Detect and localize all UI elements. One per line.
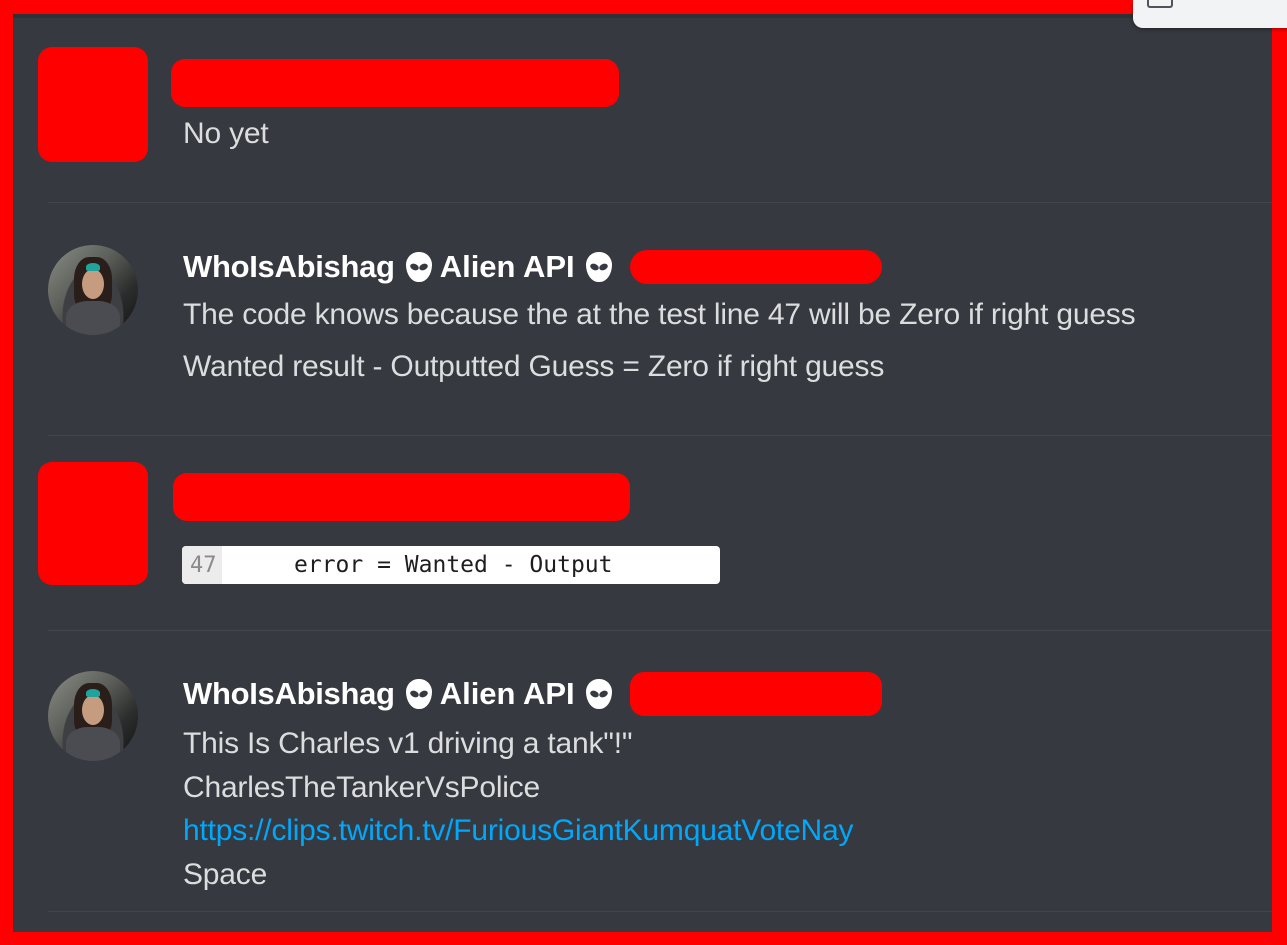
role-label[interactable]: Alien API [440,249,575,285]
message-1: No yet [13,14,1272,202]
avatar-redacted[interactable] [38,462,148,585]
username-redacted[interactable] [173,473,630,521]
username[interactable]: WhoIsAbishag [183,249,395,285]
username-redacted[interactable] [171,59,619,107]
avatar-redacted[interactable] [38,47,148,162]
alien-icon [584,679,614,709]
twitch-clip-link[interactable]: https://clips.twitch.tv/FuriousGiantKumq… [183,814,854,848]
alien-icon [404,252,434,282]
avatar[interactable] [48,671,138,761]
message-4: WhoIsAbishag Alien API This Is Charles v… [13,631,1272,911]
message-header: WhoIsAbishag Alien API [183,247,882,287]
message-text: The code knows because the at the test l… [183,298,1136,331]
message-text: No yet [183,117,269,150]
message-3: 47 error = Wanted - Output [13,436,1272,630]
window-icon [1147,0,1173,8]
alien-icon [404,679,434,709]
role-label[interactable]: Alien API [440,676,575,712]
code-line: error = Wanted - Output [294,552,613,578]
alien-icon [584,252,614,282]
code-line-number: 47 [182,546,222,584]
code-screenshot[interactable]: 47 error = Wanted - Output [182,546,720,584]
message-2: WhoIsAbishag Alien API The code knows be… [13,203,1272,435]
avatar[interactable] [48,245,138,335]
message-divider [48,911,1272,912]
corner-popup[interactable] [1133,0,1287,28]
message-header: WhoIsAbishag Alien API [183,672,882,716]
chat-panel: No yet WhoIsAbishag Alien API The code k… [13,14,1272,932]
message-text: Wanted result - Outputted Guess = Zero i… [183,350,885,383]
tag-redacted [629,672,882,716]
username[interactable]: WhoIsAbishag [183,676,395,712]
tag-redacted [629,250,882,284]
message-text: This Is Charles v1 driving a tank"!" [183,727,633,760]
message-text: CharlesTheTankerVsPolice [183,771,541,804]
message-text: Space [183,858,268,891]
